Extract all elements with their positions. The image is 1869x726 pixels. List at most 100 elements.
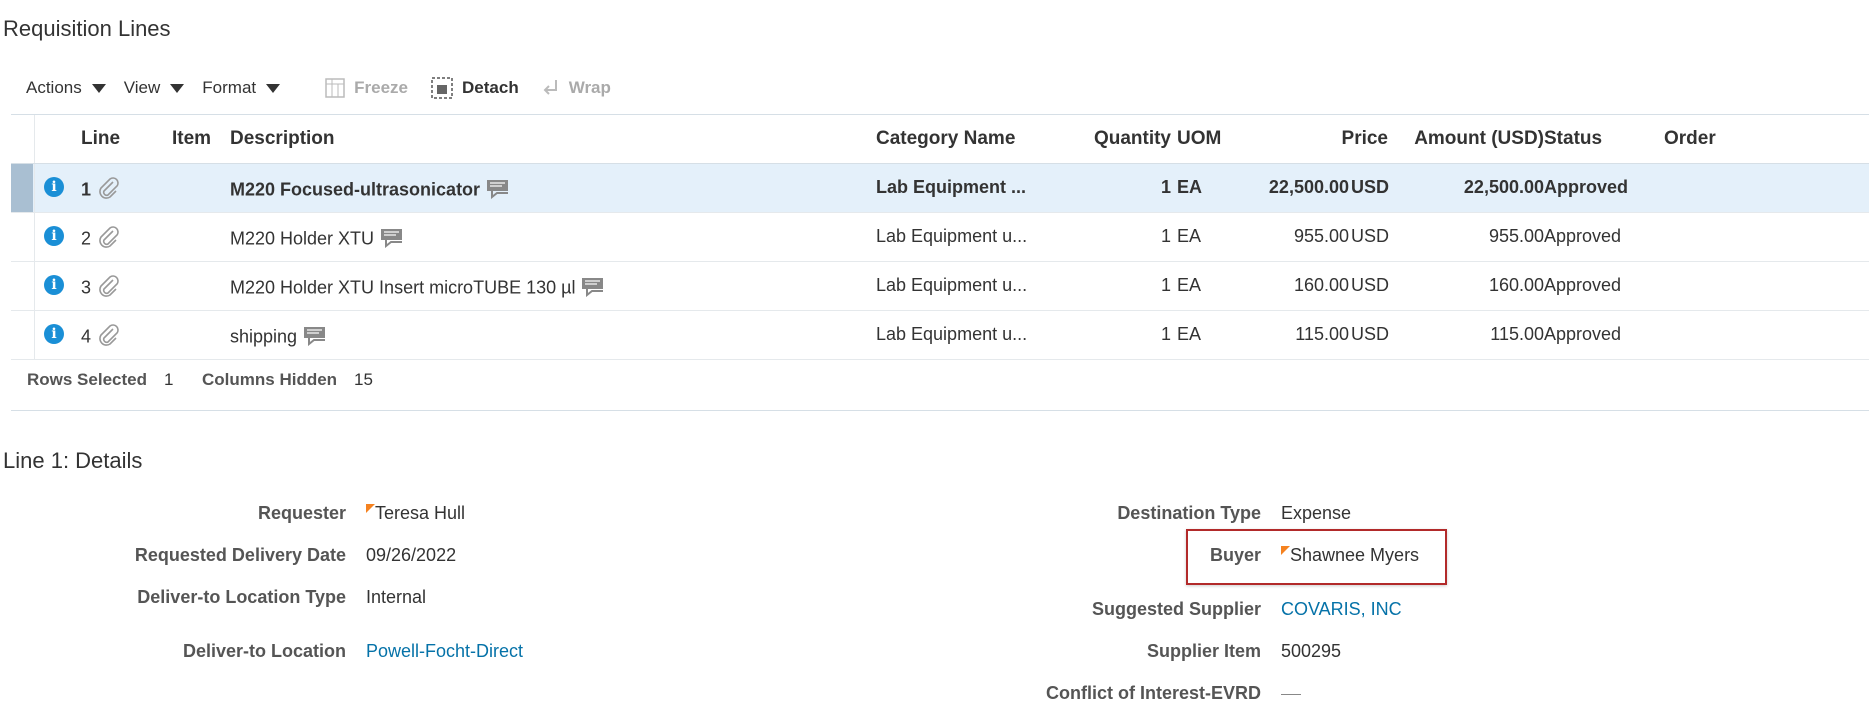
details-title: Line 1: Details [3, 448, 143, 473]
destination-type-label: Destination Type [1117, 503, 1261, 523]
detach-button[interactable]: Detach [430, 76, 519, 100]
category-cell: Lab Equipment u... [876, 275, 1028, 295]
quantity-cell: 1 [1160, 226, 1171, 246]
format-menu[interactable]: Format [202, 78, 281, 98]
actions-menu[interactable]: Actions [26, 78, 106, 98]
delivery-date-label: Requested Delivery Date [134, 545, 346, 565]
col-header-description[interactable]: Description [230, 128, 335, 150]
comment-icon[interactable] [581, 275, 605, 302]
comment-icon[interactable] [380, 226, 404, 253]
table-footer: Rows Selected 1 Columns Hidden 15 [11, 362, 1869, 411]
columns-hidden-value[interactable]: 15 [354, 370, 373, 390]
page-title: Requisition Lines [3, 16, 171, 41]
uom-cell: EA [1177, 177, 1203, 197]
chevron-down-icon [91, 83, 106, 93]
buyer-name: Shawnee Myers [1290, 545, 1420, 565]
line-number: 1 [81, 179, 92, 200]
col-header-line[interactable]: Line [81, 128, 120, 150]
status-cell: Approved [1544, 275, 1622, 295]
info-icon[interactable]: i [44, 226, 64, 246]
detach-icon [431, 77, 453, 99]
chevron-down-icon [266, 83, 281, 93]
columns-hidden-label: Columns Hidden [202, 370, 338, 389]
status-cell: Approved [1544, 177, 1629, 197]
category-cell: Lab Equipment u... [876, 324, 1028, 344]
requester-label: Requester [257, 503, 346, 523]
col-header-item[interactable]: Item [172, 128, 211, 150]
col-header-category[interactable]: Category Name [876, 128, 1015, 150]
col-header-order[interactable]: Order [1664, 128, 1716, 150]
table-row[interactable]: i3 M220 Holder XTU Insert microTUBE 130 … [11, 262, 1869, 311]
wrap-icon [543, 80, 557, 95]
amount-cell: 115.00 [1490, 324, 1544, 344]
location-label: Deliver-to Location [182, 641, 346, 661]
comment-icon[interactable] [486, 177, 510, 204]
supplier-link[interactable]: COVARIS, INC [1281, 599, 1402, 620]
amount-cell: 160.00 [1488, 275, 1544, 295]
paperclip-icon[interactable] [96, 177, 120, 204]
freeze-button[interactable]: Freeze [324, 77, 408, 99]
info-icon[interactable]: i [44, 324, 64, 344]
wrap-label: Wrap [568, 78, 611, 97]
requester-name: Teresa Hull [375, 503, 466, 523]
destination-type-value: Expense [1281, 503, 1352, 523]
category-cell: Lab Equipment ... [876, 177, 1027, 197]
col-header-price[interactable]: Price [1342, 128, 1388, 150]
amount-cell: 22,500.00 [1463, 177, 1544, 197]
buyer-value[interactable]: Shawnee Myers [1281, 545, 1419, 566]
requester-value[interactable]: Teresa Hull [366, 503, 465, 524]
supplier-item-value: 500295 [1281, 641, 1342, 661]
wrap-button[interactable]: Wrap [541, 78, 611, 98]
location-link[interactable]: Powell-Focht-Direct [366, 641, 523, 662]
buyer-label: Buyer [1209, 545, 1261, 565]
amount-cell: 955.00 [1488, 226, 1544, 246]
location-type-label: Deliver-to Location Type [137, 587, 346, 607]
line-number: 3 [81, 277, 92, 298]
conflict-value [1281, 683, 1301, 704]
col-header-uom[interactable]: UOM [1177, 128, 1221, 150]
flag-icon [1281, 546, 1290, 555]
price-cell: 160.00 [1293, 275, 1349, 295]
quantity-cell: 1 [1160, 177, 1171, 197]
empty-value-dash [1281, 693, 1301, 695]
rows-selected-label: Rows Selected [27, 370, 147, 389]
freeze-icon [325, 78, 345, 98]
col-header-status[interactable]: Status [1544, 128, 1602, 150]
line-number: 2 [81, 228, 92, 249]
price-cell: 22,500.00 [1268, 177, 1349, 197]
description-cell: shipping [230, 326, 298, 347]
price-cell: 955.00 [1293, 226, 1349, 246]
currency-cell: USD [1351, 226, 1390, 246]
supplier-label: Suggested Supplier [1091, 599, 1261, 619]
flag-icon [366, 504, 375, 513]
description-cell: M220 Holder XTU [230, 228, 375, 249]
format-menu-label: Format [202, 78, 257, 97]
info-icon[interactable]: i [44, 275, 64, 295]
currency-cell: USD [1351, 275, 1390, 295]
status-cell: Approved [1544, 324, 1622, 344]
table-toolbar: Actions View Format Freeze Detach Wrap [26, 76, 611, 100]
uom-cell: EA [1177, 324, 1202, 344]
table-row[interactable]: i4 shipping Lab Equipment u... 1 EA 115.00 US… [11, 311, 1869, 360]
conflict-label: Conflict of Interest-EVRD [1045, 683, 1261, 703]
comment-icon[interactable] [303, 324, 327, 351]
rows-selected-value: 1 [164, 370, 174, 389]
category-cell: Lab Equipment u... [876, 226, 1028, 246]
table-row[interactable]: i1 M220 Focused-ultrasonicator Lab Equipm… [11, 164, 1869, 213]
info-icon[interactable]: i [44, 177, 64, 197]
paperclip-icon[interactable] [96, 324, 120, 351]
currency-cell: USD [1351, 177, 1390, 197]
requisition-lines-table: Line Item Description Category Name Quan… [11, 114, 1869, 360]
quantity-cell: 1 [1160, 324, 1171, 344]
delivery-date-value: 09/26/2022 [366, 545, 457, 565]
view-menu[interactable]: View [124, 78, 185, 98]
table-row[interactable]: i2 M220 Holder XTU Lab Equipment u... 1 EA 9… [11, 213, 1869, 262]
col-header-quantity[interactable]: Quantity [1094, 128, 1171, 150]
uom-cell: EA [1177, 226, 1202, 246]
supplier-item-label: Supplier Item [1146, 641, 1261, 661]
paperclip-icon[interactable] [96, 226, 120, 253]
col-header-amount[interactable]: Amount (USD) [1414, 128, 1544, 150]
paperclip-icon[interactable] [96, 275, 120, 302]
chevron-down-icon [170, 83, 185, 93]
uom-cell: EA [1177, 275, 1202, 295]
